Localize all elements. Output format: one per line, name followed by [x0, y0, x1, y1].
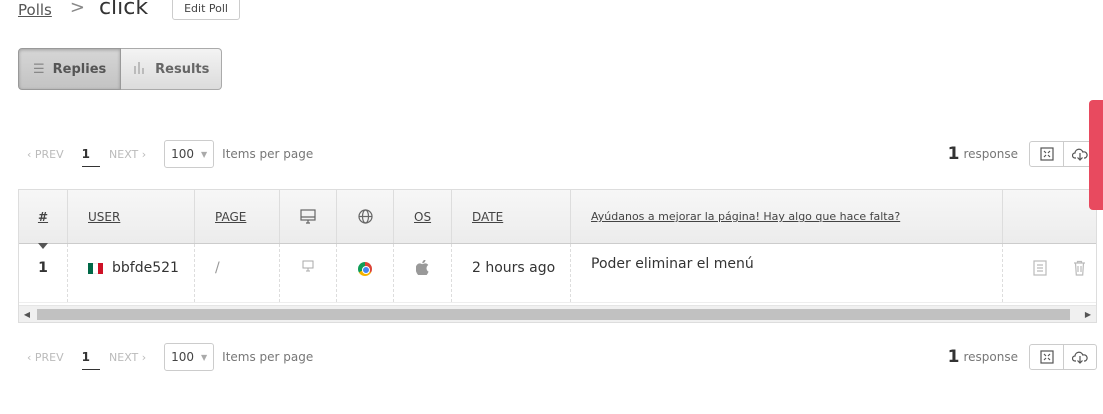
- download-cloud-icon[interactable]: [1063, 345, 1096, 369]
- view-tabs: ☰ Replies Results: [18, 48, 223, 90]
- next-page-link[interactable]: NEXT ›: [109, 351, 146, 364]
- desktop-icon: [280, 244, 337, 302]
- per-page-label: Items per page: [222, 147, 314, 161]
- edit-poll-button[interactable]: Edit Poll: [172, 0, 240, 20]
- mexico-flag-icon: [88, 263, 104, 274]
- next-page-link[interactable]: NEXT ›: [109, 148, 146, 161]
- expand-icon[interactable]: [1030, 142, 1063, 166]
- col-date-header[interactable]: DATE: [452, 190, 571, 243]
- breadcrumb: Polls > click Edit Poll: [18, 0, 240, 22]
- expand-icon[interactable]: [1030, 345, 1063, 369]
- col-question-header[interactable]: Ayúdanos a mejorar la página! Hay algo q…: [571, 190, 1003, 243]
- trash-icon[interactable]: [1073, 260, 1086, 280]
- per-page-value: 100: [171, 147, 195, 161]
- row-page: /: [195, 244, 280, 302]
- tab-replies[interactable]: ☰ Replies: [18, 48, 122, 90]
- apple-icon: [394, 244, 452, 302]
- current-page[interactable]: 1: [81, 350, 101, 370]
- col-page-header[interactable]: PAGE: [195, 190, 280, 243]
- per-page-value: 100: [171, 350, 195, 364]
- row-answer: Poder eliminar el menú: [571, 244, 1003, 302]
- tab-results-label: Results: [155, 61, 210, 77]
- per-page-label: Items per page: [222, 350, 314, 364]
- tab-replies-label: Replies: [52, 61, 107, 77]
- table-row: 1 bbfde521 / 2 hours ago Poder eliminar …: [19, 244, 1096, 303]
- tab-results[interactable]: Results: [121, 48, 223, 90]
- col-os-header[interactable]: OS: [394, 190, 452, 243]
- col-user-header[interactable]: USER: [68, 190, 195, 243]
- scroll-right-icon[interactable]: ▶: [1080, 310, 1096, 319]
- replies-table: # USER PAGE OS DATE Ayúdanos a mejorar l…: [18, 189, 1097, 323]
- page-title: click: [98, 0, 149, 20]
- row-num: 1: [19, 244, 68, 302]
- col-num-label: #: [37, 209, 49, 224]
- monitor-icon[interactable]: [280, 190, 337, 243]
- row-user-id: bbfde521: [112, 260, 179, 276]
- table-tools: [1029, 344, 1097, 370]
- chevron-down-icon: ▼: [201, 352, 208, 362]
- per-page-select[interactable]: 100 ▼: [164, 343, 215, 371]
- chrome-icon: [337, 244, 394, 302]
- prev-page-link[interactable]: ‹ PREV: [27, 351, 64, 364]
- document-icon[interactable]: [1033, 260, 1047, 280]
- table-tools: [1029, 141, 1097, 167]
- bar-chart-icon: [133, 60, 147, 78]
- feedback-side-tab[interactable]: [1089, 100, 1103, 210]
- row-user[interactable]: bbfde521: [68, 244, 195, 302]
- table-header: # USER PAGE OS DATE Ayúdanos a mejorar l…: [19, 190, 1096, 249]
- response-label: response: [963, 147, 1018, 161]
- chevron-down-icon: ▼: [201, 149, 208, 159]
- response-label: response: [963, 350, 1018, 364]
- response-count: 1: [947, 347, 960, 367]
- horizontal-scrollbar[interactable]: ◀ ▶: [19, 305, 1096, 322]
- list-icon: ☰: [33, 61, 45, 77]
- breadcrumb-separator: >: [69, 0, 85, 18]
- col-num-header[interactable]: #: [19, 190, 68, 249]
- scrollbar-thumb[interactable]: [37, 308, 1070, 320]
- current-page[interactable]: 1: [81, 147, 101, 167]
- pager-bottom: ‹ PREV 1 NEXT › 100 ▼ Items per page 1 r…: [18, 341, 1097, 373]
- row-actions: [1003, 244, 1096, 302]
- per-page-select[interactable]: 100 ▼: [164, 140, 215, 168]
- sort-desc-icon: [38, 243, 48, 249]
- prev-page-link[interactable]: ‹ PREV: [27, 148, 64, 161]
- response-count: 1: [947, 144, 960, 164]
- globe-icon[interactable]: [337, 190, 394, 243]
- scroll-left-icon[interactable]: ◀: [19, 310, 35, 319]
- row-date: 2 hours ago: [452, 244, 571, 302]
- breadcrumb-polls-link[interactable]: Polls: [18, 1, 52, 19]
- col-actions-header: [1003, 190, 1096, 243]
- pager-top: ‹ PREV 1 NEXT › 100 ▼ Items per page 1 r…: [18, 138, 1097, 170]
